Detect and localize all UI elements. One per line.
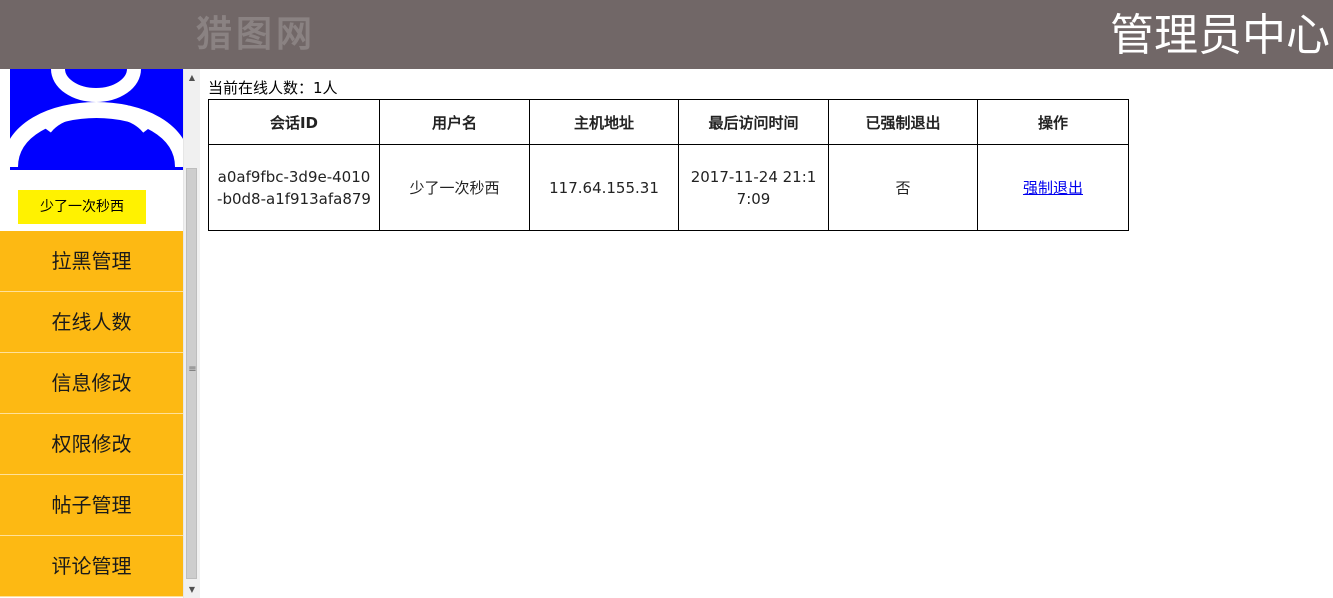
sidebar-item-comments[interactable]: 评论管理 — [0, 536, 183, 597]
cell-last-access: 2017-11-24 21:17:09 — [678, 144, 829, 231]
column-header-action: 操作 — [977, 99, 1129, 145]
column-header-username: 用户名 — [379, 99, 530, 145]
cell-username: 少了一次秒西 — [379, 144, 530, 231]
sidebar: 少了一次秒西 拉黑管理 在线人数 信息修改 权限修改 帖子管理 评论管理 — [0, 69, 183, 598]
scroll-up-arrow-icon[interactable]: ▲ — [184, 69, 200, 86]
column-header-last-access: 最后访问时间 — [678, 99, 829, 145]
table-header-row: 会话ID 用户名 主机地址 最后访问时间 已强制退出 操作 — [208, 99, 1129, 145]
column-header-host: 主机地址 — [529, 99, 679, 145]
force-logout-link[interactable]: 强制退出 — [1023, 179, 1083, 197]
watermark-logo: 猎图网 — [196, 13, 317, 55]
scroll-thumb[interactable]: ≡ — [186, 168, 197, 579]
page-title: 管理员中心 — [1110, 10, 1330, 61]
online-count-label: 当前在线人数：1人 — [208, 79, 338, 97]
header-bar: 猎图网 管理员中心 — [0, 0, 1333, 69]
table-row: a0af9fbc-3d9e-4010-b0d8-a1f913afa879 少了一… — [208, 144, 1129, 231]
user-avatar-icon — [10, 69, 183, 170]
sidebar-item-permissions[interactable]: 权限修改 — [0, 414, 183, 475]
cell-session-id: a0af9fbc-3d9e-4010-b0d8-a1f913afa879 — [208, 144, 380, 231]
sidebar-item-online-users[interactable]: 在线人数 — [0, 292, 183, 353]
sidebar-menu: 拉黑管理 在线人数 信息修改 权限修改 帖子管理 评论管理 — [0, 231, 183, 597]
column-header-forced-out: 已强制退出 — [828, 99, 978, 145]
sidebar-item-blacklist[interactable]: 拉黑管理 — [0, 231, 183, 292]
sidebar-item-posts[interactable]: 帖子管理 — [0, 475, 183, 536]
scroll-down-arrow-icon[interactable]: ▼ — [184, 581, 200, 598]
sidebar-scrollbar[interactable]: ▲ ≡ ▼ — [183, 69, 200, 598]
grip-icon: ≡ — [188, 364, 197, 375]
sessions-table: 会话ID 用户名 主机地址 最后访问时间 已强制退出 操作 a0af9fbc-3… — [208, 99, 1129, 231]
cell-forced-out: 否 — [828, 144, 978, 231]
cell-action: 强制退出 — [977, 144, 1129, 231]
username-badge: 少了一次秒西 — [18, 190, 146, 224]
cell-host: 117.64.155.31 — [529, 144, 679, 231]
main-content: 当前在线人数：1人 会话ID 用户名 主机地址 最后访问时间 已强制退出 操作 … — [208, 78, 1129, 231]
sidebar-item-edit-info[interactable]: 信息修改 — [0, 353, 183, 414]
column-header-session-id: 会话ID — [208, 99, 380, 145]
